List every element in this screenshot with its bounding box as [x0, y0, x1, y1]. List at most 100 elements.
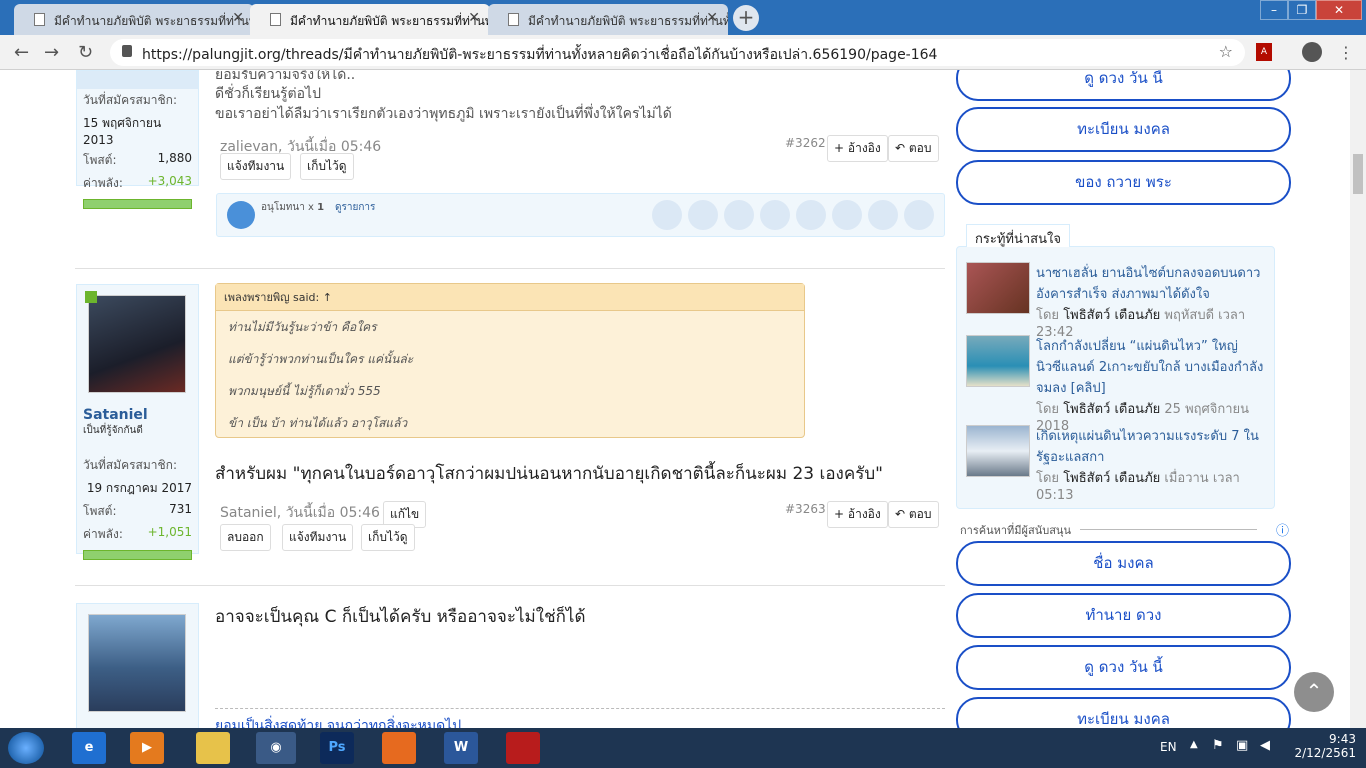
chrome-icon[interactable]: ◉	[256, 732, 296, 764]
sidebar-link-monk-offering[interactable]: ของ ถวาย พระ	[956, 160, 1291, 205]
star-icon[interactable]: ☆	[1219, 42, 1233, 61]
action-center-icon[interactable]: ⚑	[1212, 738, 1224, 753]
thumbs-up-icon[interactable]	[652, 200, 682, 230]
power-bar	[83, 199, 192, 209]
menu-icon[interactable]: ⋮	[1338, 43, 1354, 62]
window-close-icon[interactable]: ✕	[1316, 0, 1362, 20]
sidebar-link-daily-horoscope[interactable]: ดู ดวง วัน นี้	[956, 70, 1291, 101]
taskbar: e ▶ ◉ Ps W EN ▲ ⚑ ▣ ◀ 9:43 2/12/2561	[0, 728, 1366, 768]
avatar[interactable]	[88, 614, 186, 712]
network-icon[interactable]: ▣	[1236, 738, 1248, 753]
thread-title[interactable]: โลกกำลังเปลี่ยน “แผ่นดินไหว” ใหญ่ นิวซีแ…	[1036, 335, 1271, 398]
signature-divider	[215, 708, 945, 709]
ad-link-daily-horoscope[interactable]: ดู ดวง วัน นี้	[956, 645, 1291, 690]
browser-tab-2[interactable]: มีคำทำนายภัยพิบัติ พระยาธรรมที่ท่านทั้งห…	[250, 4, 490, 35]
report-button[interactable]: แจ้งทีมงาน	[220, 153, 292, 180]
media-player-icon[interactable]: ▶	[130, 732, 164, 764]
bookmark-button[interactable]: เก็บไว้ดู	[300, 153, 354, 180]
likes-label: อนุโมทนา x 1	[261, 202, 325, 213]
pdf-extension-icon[interactable]: A	[1256, 43, 1272, 61]
firefox-icon[interactable]	[382, 732, 416, 764]
minimize-icon[interactable]: –	[1260, 0, 1288, 20]
thread-thumbnail[interactable]	[966, 425, 1030, 477]
thread-item[interactable]: นาซาเฮลั่น ยานอินไซต์บกลงจอดบนดาวอังคารส…	[966, 262, 1271, 340]
post-text-line: ดีชั่วก็เรียนรู้ต่อไป	[215, 86, 321, 102]
close-icon[interactable]: ✕	[232, 10, 244, 26]
garena-icon[interactable]	[506, 732, 540, 764]
quote-button[interactable]: + อ้างอิง	[827, 135, 888, 162]
quote-header[interactable]: เพลงพรายพิญ said: ↑	[216, 284, 804, 311]
thread-thumbnail[interactable]	[966, 335, 1030, 387]
user-info-zalievan: วันที่สมัครสมาชิก: 15 พฤศจิกายน 2013 โพส…	[76, 70, 199, 209]
browser-tab-1[interactable]: มีคำทำนายภัยพิบัติ พระยาธรรมที่ท่านทั้งห…	[14, 4, 254, 35]
laugh-icon[interactable]	[760, 200, 790, 230]
browser-tab-3[interactable]: มีคำทำนายภัยพิบัติ พระยาธรรมที่ท่านทั้งห…	[488, 4, 728, 35]
profile-avatar-icon[interactable]	[1302, 42, 1322, 62]
thread-thumbnail[interactable]	[966, 262, 1030, 314]
sidebar-link-lucky-plate[interactable]: ทะเบียน มงคล	[956, 107, 1291, 152]
info-icon[interactable]: ⓘ	[1276, 520, 1289, 539]
joined-date: 15 พฤศจิกายน 2013	[83, 116, 162, 147]
word-icon[interactable]: W	[444, 732, 478, 764]
post-number[interactable]: #3263	[785, 502, 826, 516]
page-scrollbar[interactable]	[1350, 70, 1366, 728]
username[interactable]: Sataniel	[77, 403, 198, 423]
close-icon[interactable]: ✕	[468, 10, 480, 26]
new-tab-button[interactable]: +	[733, 5, 759, 31]
window-controls: – ❐ ✕	[1260, 0, 1362, 20]
thread-title[interactable]: นาซาเฮลั่น ยานอินไซต์บกลงจอดบนดาวอังคารส…	[1036, 262, 1271, 304]
post-divider	[75, 268, 945, 269]
clock-date: 2/12/2561	[1294, 746, 1356, 760]
tab-title: มีคำทำนายภัยพิบัติ พระยาธรรมที่ท่านทั้งห…	[290, 14, 490, 28]
online-indicator-icon	[85, 291, 97, 303]
heart-icon[interactable]	[724, 200, 754, 230]
photoshop-icon[interactable]: Ps	[320, 732, 354, 764]
power-value: ค่าพลัง: +3,043	[83, 174, 192, 190]
tray-arrow-icon[interactable]: ▲	[1190, 739, 1198, 750]
back-icon[interactable]: ←	[14, 42, 29, 63]
wow-icon[interactable]	[796, 200, 826, 230]
ad-link-fortune-telling[interactable]: ทำนาย ดวง	[956, 593, 1291, 638]
file-explorer-icon[interactable]	[196, 732, 230, 764]
power-value: ค่าพลัง: +1,051	[83, 525, 192, 541]
tab-strip: มีคำทำนายภัยพิบัติ พระยาธรรมที่ท่านทั้งห…	[0, 0, 1366, 35]
angry-icon[interactable]	[868, 200, 898, 230]
thread-item[interactable]: โลกกำลังเปลี่ยน “แผ่นดินไหว” ใหญ่ นิวซีแ…	[966, 335, 1271, 434]
url-input[interactable]: https://palungjit.org/threads/มีคำทำนายภ…	[110, 39, 1245, 66]
clock[interactable]: 9:43 2/12/2561	[1294, 732, 1356, 760]
report-button[interactable]: แจ้งทีมงาน	[282, 524, 354, 551]
document-icon	[508, 13, 519, 26]
likes-list-link[interactable]: ดูรายการ	[335, 200, 375, 215]
tab-title: มีคำทำนายภัยพิบัติ พระยาธรรมที่ท่านทั้งห…	[528, 14, 728, 28]
scroll-to-top-button[interactable]: ⌃	[1294, 672, 1334, 712]
quote-button[interactable]: + อ้างอิง	[827, 501, 888, 528]
thread-title[interactable]: เกิดเหตุแผ่นดินไหวความแรงระดับ 7 ในรัฐอะ…	[1036, 425, 1271, 467]
thread-item[interactable]: เกิดเหตุแผ่นดินไหวความแรงระดับ 7 ในรัฐอะ…	[966, 425, 1271, 503]
ad-link-auspicious-name[interactable]: ชื่อ มงคล	[956, 541, 1291, 586]
forward-icon[interactable]: →	[44, 42, 59, 63]
scrollbar-thumb[interactable]	[1353, 154, 1363, 194]
reply-button[interactable]: ↶ ตอบ	[888, 501, 939, 528]
reload-icon[interactable]: ↻	[78, 42, 93, 63]
quote-line: แต่ข้ารู้ว่าพวกท่านเป็นใคร แค่นั้นล่ะ	[228, 352, 414, 366]
post-number[interactable]: #3262	[785, 136, 826, 150]
sad-icon[interactable]	[832, 200, 862, 230]
url-text: https://palungjit.org/threads/มีคำทำนายภ…	[142, 47, 938, 63]
internet-explorer-icon[interactable]: e	[72, 732, 106, 764]
delete-button[interactable]: ลบออก	[220, 524, 271, 551]
volume-icon[interactable]: ◀	[1260, 738, 1270, 753]
quote-line: ข้า เป็น บ้า ท่านได้แล้ว อาวุโสแล้ว	[228, 416, 408, 430]
restore-icon[interactable]: ❐	[1288, 0, 1316, 20]
ad-link-lucky-plate[interactable]: ทะเบียน มงคล	[956, 697, 1291, 728]
reply-button[interactable]: ↶ ตอบ	[888, 135, 939, 162]
power-bar	[83, 550, 192, 560]
document-icon	[270, 13, 281, 26]
bookmark-button[interactable]: เก็บไว้ดู	[361, 524, 415, 551]
thumbs-down-icon[interactable]	[904, 200, 934, 230]
address-bar: ← → ↻ https://palungjit.org/threads/มีคำ…	[0, 35, 1366, 70]
close-icon[interactable]: ✕	[706, 10, 718, 26]
language-indicator[interactable]: EN	[1160, 740, 1177, 754]
clap-reaction-icon[interactable]	[688, 200, 718, 230]
avatar[interactable]	[88, 295, 186, 393]
start-button-icon[interactable]	[8, 732, 44, 764]
